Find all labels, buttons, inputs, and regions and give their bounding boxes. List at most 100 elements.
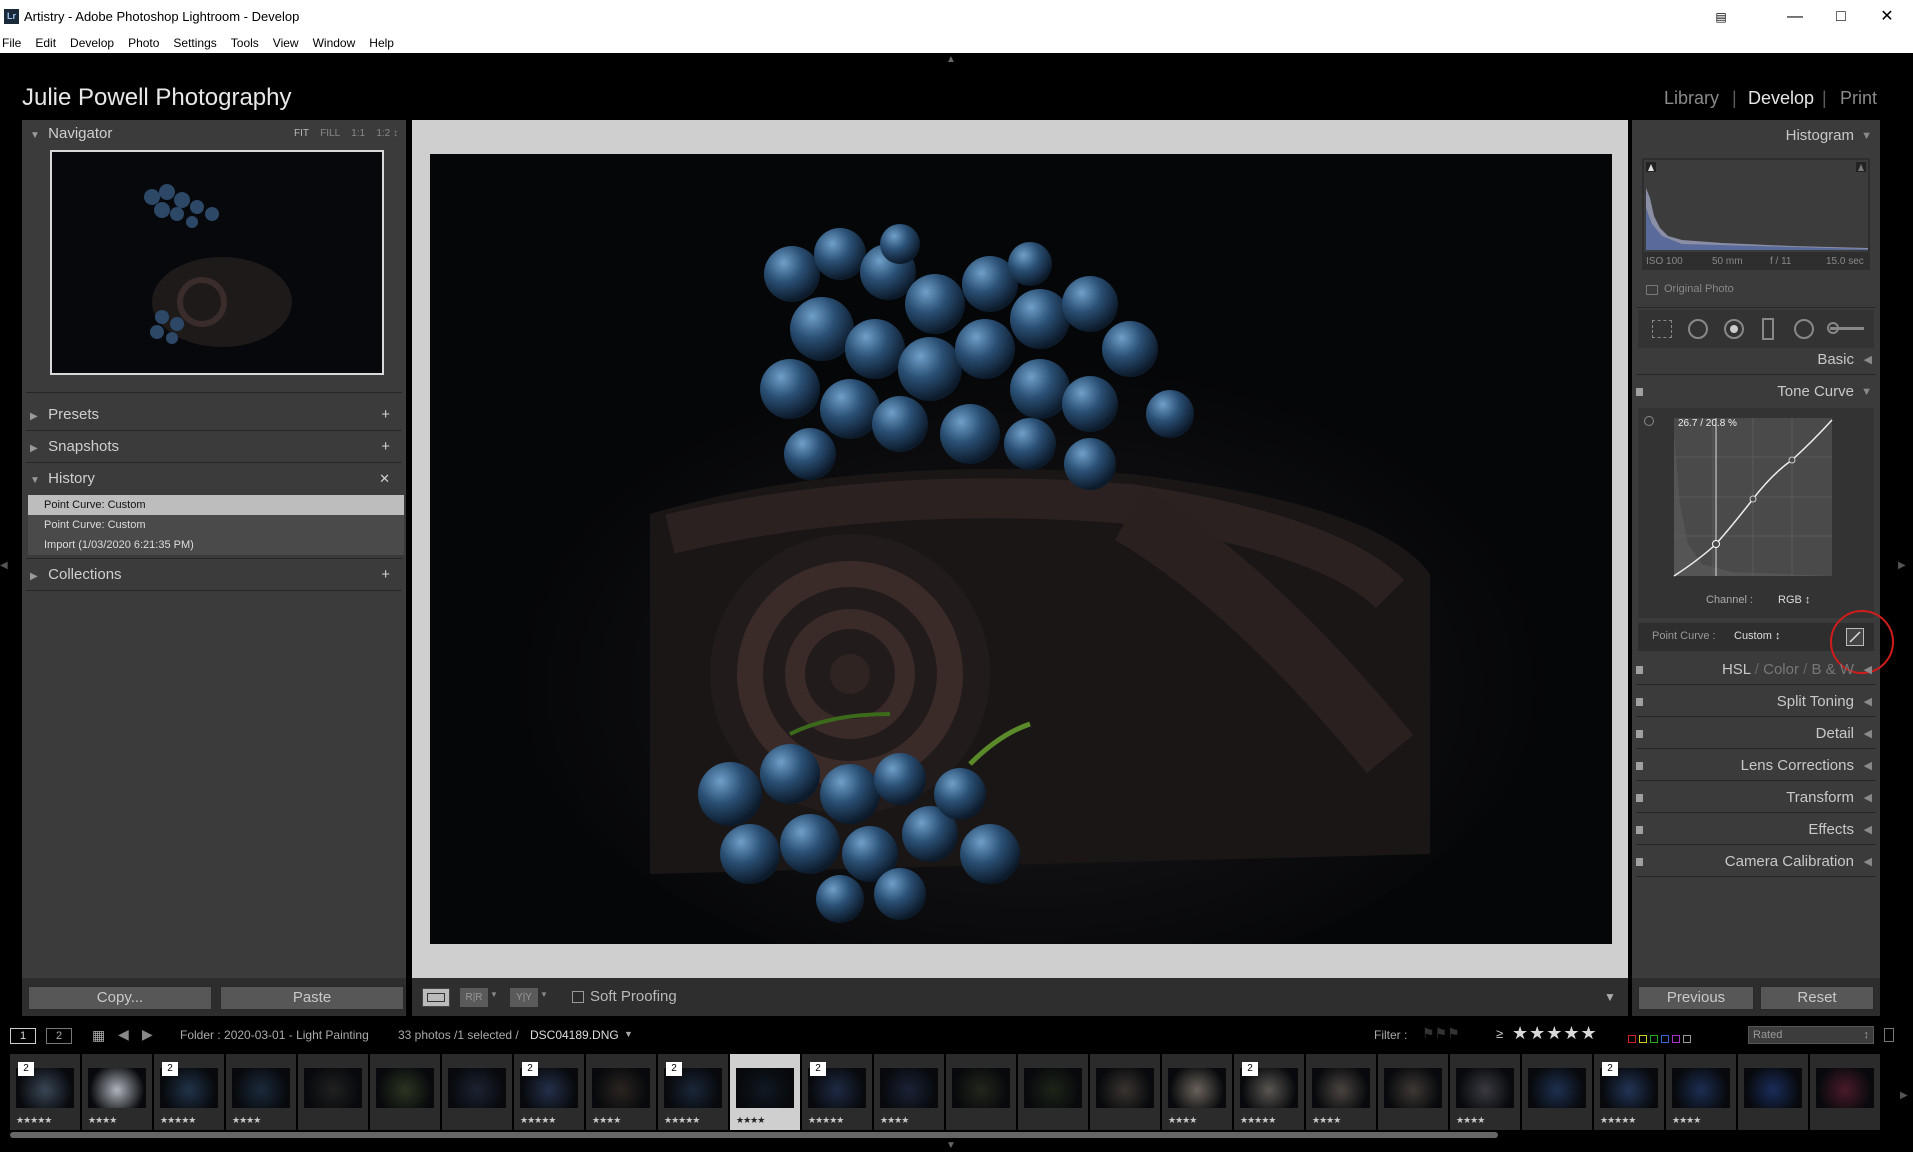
split-toning-header[interactable]: Split Toning ◀ [1632,688,1880,716]
filmstrip-thumbnail[interactable]: ★★★★ [1666,1054,1736,1130]
filmstrip-thumbnail[interactable] [370,1054,440,1130]
filmstrip-thumbnail[interactable] [1522,1054,1592,1130]
filmstrip-right-arrow-icon[interactable]: ▶ [1900,1090,1908,1101]
stack-count-badge[interactable]: 2 [666,1062,682,1076]
maximize-button[interactable]: □ [1818,0,1864,34]
loupe-view-icon[interactable] [422,988,450,1007]
tone-curve-header[interactable]: Tone Curve ▼ [1632,378,1880,406]
dropdown-arrow-icon[interactable]: ▼ [540,990,548,999]
presets-header[interactable]: ▶ Presets + [30,401,398,429]
flag-filter-icons[interactable]: ⚑⚑⚑ [1422,1025,1460,1042]
module-print[interactable]: Print [1840,88,1877,109]
menu-file[interactable]: File [2,34,21,53]
color-label-filter[interactable] [1628,1030,1710,1043]
crop-tool-icon[interactable] [1652,320,1672,338]
panel-switch-icon[interactable] [1636,698,1643,706]
filmstrip-thumbnail[interactable]: 2 ★★★★★ [514,1054,584,1130]
menu-window[interactable]: Window [313,34,356,53]
folder-path[interactable]: Folder : 2020-03-01 - Light Painting [180,1028,369,1042]
filmstrip-thumbnail[interactable]: 2 ★★★★★ [658,1054,728,1130]
filmstrip-thumbnail[interactable] [1810,1054,1880,1130]
filmstrip-thumbnail[interactable] [1378,1054,1448,1130]
reset-button[interactable]: Reset [1760,986,1874,1010]
history-item[interactable]: Point Curve: Custom [28,515,404,535]
zoom-fit[interactable]: FIT [294,128,309,139]
right-panel-toggle-icon[interactable]: ▶ [1898,560,1906,571]
targeted-adjustment-icon[interactable] [1644,416,1654,426]
filmstrip-thumbnail[interactable]: 2 ★★★★★ [1594,1054,1664,1130]
copy-button[interactable]: Copy... [28,986,212,1010]
restore-layout-icon[interactable]: ▤ [1698,0,1744,34]
menu-develop[interactable]: Develop [70,34,114,53]
forward-arrow-icon[interactable]: ▶ [142,1026,153,1043]
hsl-header[interactable]: HSL / Color / B & W ◀ [1632,656,1880,684]
filmstrip-thumbnail[interactable]: 2 ★★★★★ [802,1054,872,1130]
camera-calibration-header[interactable]: Camera Calibration ◀ [1632,848,1880,876]
star-filter[interactable]: ★★★★★ [1512,1023,1598,1044]
history-header[interactable]: ▼ History ✕ [30,465,398,493]
filmstrip-thumbnail[interactable] [298,1054,368,1130]
radial-filter-icon[interactable] [1794,319,1814,339]
clear-history-icon[interactable]: ✕ [379,465,390,493]
histogram-display[interactable]: ISO 100 50 mm f / 11 15.0 sec [1642,158,1870,270]
spot-removal-icon[interactable] [1688,319,1708,339]
add-preset-icon[interactable]: + [381,401,390,429]
bottom-panel-toggle-icon[interactable]: ▼ [946,1140,956,1151]
filmstrip-thumbnail[interactable]: ★★★★ [82,1054,152,1130]
color-tab[interactable]: Color [1763,661,1799,678]
original-photo-row[interactable]: Original Photo [1642,280,1870,302]
filmstrip-thumbnail[interactable]: ★★★★ [1450,1054,1520,1130]
filmstrip-thumbnail[interactable]: ★★★★ [586,1054,656,1130]
main-window-button[interactable]: 1 [10,1028,36,1044]
panel-switch-icon[interactable] [1636,826,1643,834]
stack-count-badge[interactable]: 2 [810,1062,826,1076]
rating-operator[interactable]: ≥ [1496,1026,1503,1041]
snapshots-header[interactable]: ▶ Snapshots + [30,433,398,461]
histogram-header[interactable]: Histogram ▼ [1632,122,1880,150]
stack-count-badge[interactable]: 2 [1242,1062,1258,1076]
second-window-button[interactable]: 2 [46,1028,72,1044]
red-eye-icon[interactable] [1724,319,1744,339]
close-button[interactable]: ✕ [1864,0,1910,34]
navigator-preview[interactable] [50,150,384,375]
filmstrip-thumbnail[interactable]: ★★★★ [1306,1054,1376,1130]
filmstrip-thumbnail[interactable]: 2 ★★★★★ [1234,1054,1304,1130]
bw-tab[interactable]: B & W [1811,661,1854,678]
filmstrip-thumbnail[interactable]: ★★★★ [1162,1054,1232,1130]
stack-count-badge[interactable]: 2 [1602,1062,1618,1076]
menu-tools[interactable]: Tools [231,34,259,53]
hsl-tab[interactable]: HSL [1722,661,1751,678]
point-curve-select[interactable]: Custom ↕ [1734,630,1780,642]
filter-preset-select[interactable]: Rated ↕ [1748,1026,1874,1044]
lens-corrections-header[interactable]: Lens Corrections ◀ [1632,752,1880,780]
zoom-1-2[interactable]: 1:2 [376,128,390,139]
selected-filename[interactable]: DSC04189.DNG [530,1028,619,1042]
filmstrip-thumbnail[interactable]: ★★★★ [226,1054,296,1130]
filmstrip-thumbnail[interactable] [1738,1054,1808,1130]
panel-switch-icon[interactable] [1636,730,1643,738]
top-panel-toggle-icon[interactable]: ▲ [946,54,956,65]
filmstrip-thumbnail[interactable]: 2 ★★★★★ [154,1054,224,1130]
module-develop[interactable]: Develop [1748,88,1814,109]
collections-header[interactable]: ▶ Collections + [30,561,398,589]
main-photo[interactable] [430,154,1612,944]
channel-select[interactable]: RGB ↕ [1778,594,1810,606]
previous-button[interactable]: Previous [1638,986,1754,1010]
filmstrip-thumbnail[interactable] [1090,1054,1160,1130]
basic-header[interactable]: Basic ◀ [1632,346,1880,374]
left-panel-toggle-icon[interactable]: ◀ [0,560,8,571]
panel-switch-icon[interactable] [1636,858,1643,866]
filmstrip-thumbnail[interactable] [946,1054,1016,1130]
add-collection-icon[interactable]: + [381,561,390,589]
before-after-view-icon[interactable]: R|R [460,988,488,1007]
panel-switch-icon[interactable] [1636,388,1643,396]
menu-photo[interactable]: Photo [128,34,159,53]
filmstrip-thumbnail[interactable]: ★★★★ [730,1054,800,1130]
menu-help[interactable]: Help [369,34,394,53]
zoom-1-1[interactable]: 1:1 [351,128,365,139]
dropdown-arrow-icon[interactable]: ▼ [490,990,498,999]
tone-curve-graph[interactable] [1672,414,1836,580]
panel-switch-icon[interactable] [1636,762,1643,770]
minimize-button[interactable]: — [1772,0,1818,34]
graduated-filter-icon[interactable] [1762,318,1774,340]
